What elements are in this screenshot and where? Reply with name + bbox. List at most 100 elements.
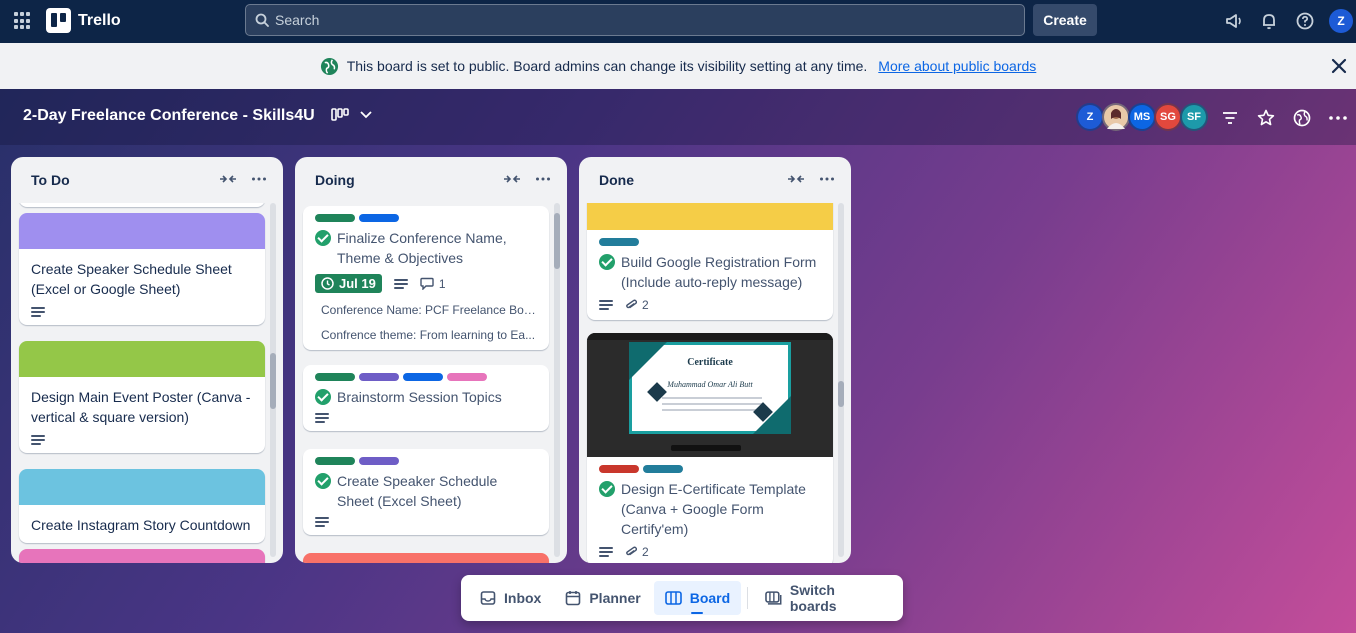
description-icon <box>31 435 45 445</box>
collapse-list-icon[interactable] <box>219 173 237 185</box>
card-label[interactable] <box>643 465 683 473</box>
planner-button[interactable]: Planner <box>554 581 651 615</box>
board-menu-icon[interactable] <box>1327 107 1349 129</box>
inbox-icon <box>480 591 496 605</box>
public-boards-link[interactable]: More about public boards <box>878 58 1036 74</box>
list-item[interactable]: Create Speaker Schedule Sheet (Excel She… <box>303 449 549 535</box>
public-board-banner: This board is set to public. Board admin… <box>0 43 1356 89</box>
card-label[interactable] <box>447 373 487 381</box>
list-more-icon[interactable] <box>535 171 551 187</box>
comments-badge: 1 <box>420 277 446 291</box>
card-cover <box>587 203 833 230</box>
filter-icon[interactable] <box>1219 107 1241 129</box>
card-label[interactable] <box>359 373 399 381</box>
list-item[interactable] <box>303 553 549 563</box>
board-canvas: 2-Day Freelance Conference - Skills4U Z … <box>0 89 1356 633</box>
card-label[interactable] <box>315 214 355 222</box>
list-scrollbar[interactable] <box>270 203 276 557</box>
complete-check-icon[interactable] <box>315 230 331 246</box>
complete-check-icon[interactable] <box>599 254 615 270</box>
list-title[interactable]: To Do <box>31 172 70 188</box>
collapse-list-icon[interactable] <box>503 173 521 185</box>
list-cards: Create Speaker Schedule Sheet (Excel or … <box>11 203 283 563</box>
list-more-icon[interactable] <box>251 171 267 187</box>
card-label[interactable] <box>359 214 399 222</box>
notifications-bell-icon[interactable] <box>1259 11 1279 31</box>
custom-field: Confrence theme: From learning to Ea... <box>321 328 536 342</box>
inbox-button[interactable]: Inbox <box>469 581 552 615</box>
board-icon <box>664 591 682 605</box>
member-avatar[interactable]: SF <box>1180 103 1208 131</box>
card-label[interactable] <box>359 457 399 465</box>
complete-check-icon[interactable] <box>315 389 331 405</box>
list-scrollbar[interactable] <box>838 203 844 557</box>
person-photo-icon <box>1107 109 1125 129</box>
trello-logo[interactable]: Trello <box>46 8 121 33</box>
member-avatar[interactable]: MS <box>1128 103 1156 131</box>
card-label[interactable] <box>315 457 355 465</box>
list-header[interactable]: Done <box>579 157 851 203</box>
list-scrollbar[interactable] <box>554 203 560 557</box>
list-doing: Doing Finalize Conference Name, Theme & … <box>295 157 567 563</box>
complete-check-icon[interactable] <box>315 473 331 489</box>
card-label[interactable] <box>599 238 639 246</box>
card-label[interactable] <box>315 373 355 381</box>
help-icon[interactable] <box>1295 11 1315 31</box>
card-title: Create Speaker Schedule Sheet (Excel or … <box>31 261 232 297</box>
card-label[interactable] <box>599 465 639 473</box>
list-item[interactable]: Create Speaker Schedule Sheet (Excel or … <box>19 213 265 325</box>
certificate-heading: Certificate <box>687 357 733 368</box>
app-switcher-icon[interactable] <box>14 12 32 30</box>
list-title[interactable]: Doing <box>315 172 355 188</box>
card-title: Create Instagram Story Countdown <box>31 517 251 533</box>
attachments-badge: 2 <box>625 298 649 312</box>
search-input[interactable] <box>275 12 975 28</box>
member-avatar[interactable]: SG <box>1154 103 1182 131</box>
list-item[interactable]: Create Instagram Story Countdown <box>19 469 265 543</box>
card-title: Build Google Registration Form (Include … <box>621 254 817 290</box>
list-cards: Finalize Conference Name, Theme & Object… <box>295 203 567 563</box>
inbox-label: Inbox <box>504 590 542 606</box>
create-button[interactable]: Create <box>1033 4 1097 36</box>
attachment-icon <box>626 546 637 556</box>
board-view-switcher[interactable] <box>331 108 373 122</box>
card-title: Design E-Certificate Template (Canva + G… <box>621 481 806 537</box>
description-icon <box>315 413 329 423</box>
card-cover <box>19 469 265 505</box>
switch-boards-button[interactable]: Switch boards <box>754 581 895 615</box>
board-header: 2-Day Freelance Conference - Skills4U Z … <box>0 89 1356 145</box>
member-avatar[interactable]: Z <box>1076 103 1104 131</box>
list-item[interactable]: Finalize Conference Name, Theme & Object… <box>303 206 549 350</box>
complete-check-icon[interactable] <box>599 481 615 497</box>
board-label: Board <box>689 590 731 606</box>
visibility-globe-icon[interactable] <box>1291 107 1313 129</box>
list-item[interactable]: Build Google Registration Form (Include … <box>587 203 833 320</box>
board-button[interactable]: Board <box>653 581 742 615</box>
board-title[interactable]: 2-Day Freelance Conference - Skills4U <box>23 107 315 125</box>
card-label[interactable] <box>403 373 443 381</box>
list-item[interactable] <box>19 549 265 563</box>
list-header[interactable]: Doing <box>295 157 567 203</box>
trello-logo-icon <box>46 8 71 33</box>
planner-label: Planner <box>589 590 641 606</box>
list-more-icon[interactable] <box>819 171 835 187</box>
close-icon[interactable] <box>1328 55 1350 77</box>
list-item[interactable]: Brainstorm Session Topics <box>303 365 549 431</box>
search-icon <box>255 13 269 27</box>
globe-icon <box>320 57 338 75</box>
list-item[interactable]: Certificate Muhammad Omar Ali Butt Desig… <box>587 333 833 563</box>
member-avatar-photo[interactable] <box>1102 103 1130 131</box>
attachment-count: 2 <box>642 545 649 559</box>
list-title[interactable]: Done <box>599 172 634 188</box>
collapse-list-icon[interactable] <box>787 173 805 185</box>
board-members: Z MS SG SF <box>1076 103 1208 131</box>
search-box[interactable] <box>245 4 1025 36</box>
due-date-badge[interactable]: Jul 19 <box>315 274 382 293</box>
star-icon[interactable] <box>1255 107 1277 129</box>
list-item[interactable]: Design Main Event Poster (Canva - vertic… <box>19 341 265 453</box>
megaphone-icon[interactable] <box>1224 11 1244 31</box>
card-title: Create Speaker Schedule Sheet (Excel She… <box>337 473 498 509</box>
list-item[interactable] <box>19 203 265 207</box>
list-header[interactable]: To Do <box>11 157 283 203</box>
account-avatar[interactable]: Z <box>1329 9 1353 33</box>
